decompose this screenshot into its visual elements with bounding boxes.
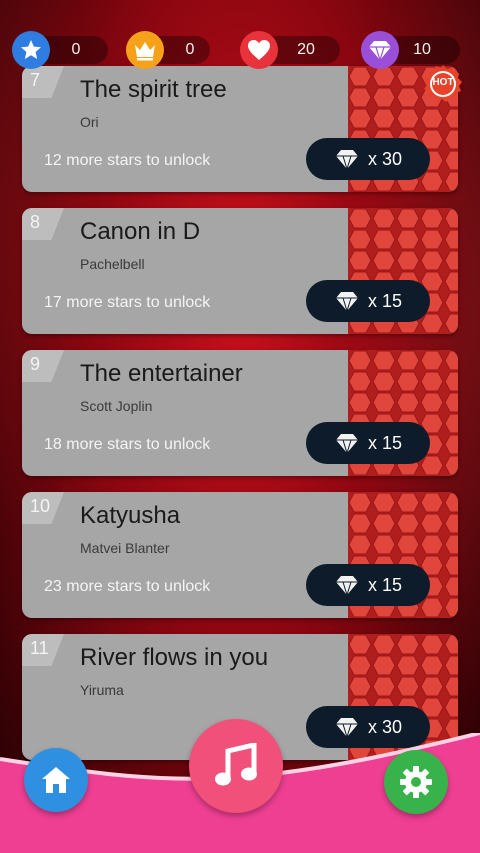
home-button[interactable] xyxy=(24,748,88,812)
diamond-icon xyxy=(335,292,358,312)
song-number: 8 xyxy=(30,212,41,232)
hot-badge: HOT xyxy=(423,64,463,104)
song-number: 11 xyxy=(30,638,49,658)
song-artist: Ori xyxy=(80,114,99,130)
song-number-tab xyxy=(22,350,64,382)
unlock-requirement: 23 more stars to unlock xyxy=(44,578,211,595)
buy-with-gems-button[interactable]: x 15 xyxy=(306,564,430,606)
song-number-tab xyxy=(22,66,64,98)
song-artist: Yiruma xyxy=(80,682,124,698)
diamond-icon xyxy=(335,150,358,170)
song-artist: Pachelbell xyxy=(80,256,145,272)
buy-with-gems-button[interactable]: x 15 xyxy=(306,422,430,464)
gear-icon xyxy=(400,766,432,798)
home-icon xyxy=(42,767,70,793)
hearts-count: 20 xyxy=(297,41,315,58)
song-title: Katyusha xyxy=(80,502,181,529)
currency-bar: 0 0 20 10 xyxy=(0,0,480,69)
diamond-icon xyxy=(335,576,358,596)
stars-count: 0 xyxy=(71,41,81,58)
hot-badge-label: HOT xyxy=(432,77,454,88)
gems-count: 10 xyxy=(413,41,431,58)
song-card-9[interactable]: 9 The entertainer Scott Joplin 18 more s… xyxy=(22,350,458,476)
unlock-requirement: 18 more stars to unlock xyxy=(44,436,211,453)
song-number-tab xyxy=(22,208,64,240)
diamond-icon xyxy=(335,434,358,454)
crowns-count: 0 xyxy=(185,41,195,58)
star-icon xyxy=(12,31,50,69)
song-title: Canon in D xyxy=(80,218,201,245)
song-card-10[interactable]: 10 Katyusha Matvei Blanter 23 more stars… xyxy=(22,492,458,618)
song-title: River flows in you xyxy=(80,644,269,671)
price-label: x 15 xyxy=(367,574,403,595)
song-number: 10 xyxy=(30,496,51,516)
song-number: 7 xyxy=(30,70,41,90)
price-label: x 30 xyxy=(367,148,403,169)
song-artist: Matvei Blanter xyxy=(80,540,170,556)
song-title: The entertainer xyxy=(80,360,243,387)
song-card-7[interactable]: 7 The spirit tree Ori 12 more stars to u… xyxy=(22,66,458,192)
song-title: The spirit tree xyxy=(80,76,227,103)
buy-with-gems-button[interactable]: x 30 xyxy=(306,138,430,180)
song-number: 9 xyxy=(30,354,41,374)
price-label: x 15 xyxy=(367,290,403,311)
song-artist: Scott Joplin xyxy=(80,398,153,414)
song-card-8[interactable]: 8 Canon in D Pachelbell 17 more stars to… xyxy=(22,208,458,334)
music-note-icon xyxy=(215,743,257,786)
buy-with-gems-button[interactable]: x 15 xyxy=(306,280,430,322)
heart-icon xyxy=(240,31,278,69)
price-label: x 15 xyxy=(367,432,403,453)
music-button[interactable] xyxy=(189,719,283,813)
crown-icon xyxy=(126,31,164,69)
unlock-requirement: 12 more stars to unlock xyxy=(44,152,211,169)
diamond-icon xyxy=(361,31,399,69)
settings-button[interactable] xyxy=(384,750,448,814)
unlock-requirement: 17 more stars to unlock xyxy=(44,294,211,311)
